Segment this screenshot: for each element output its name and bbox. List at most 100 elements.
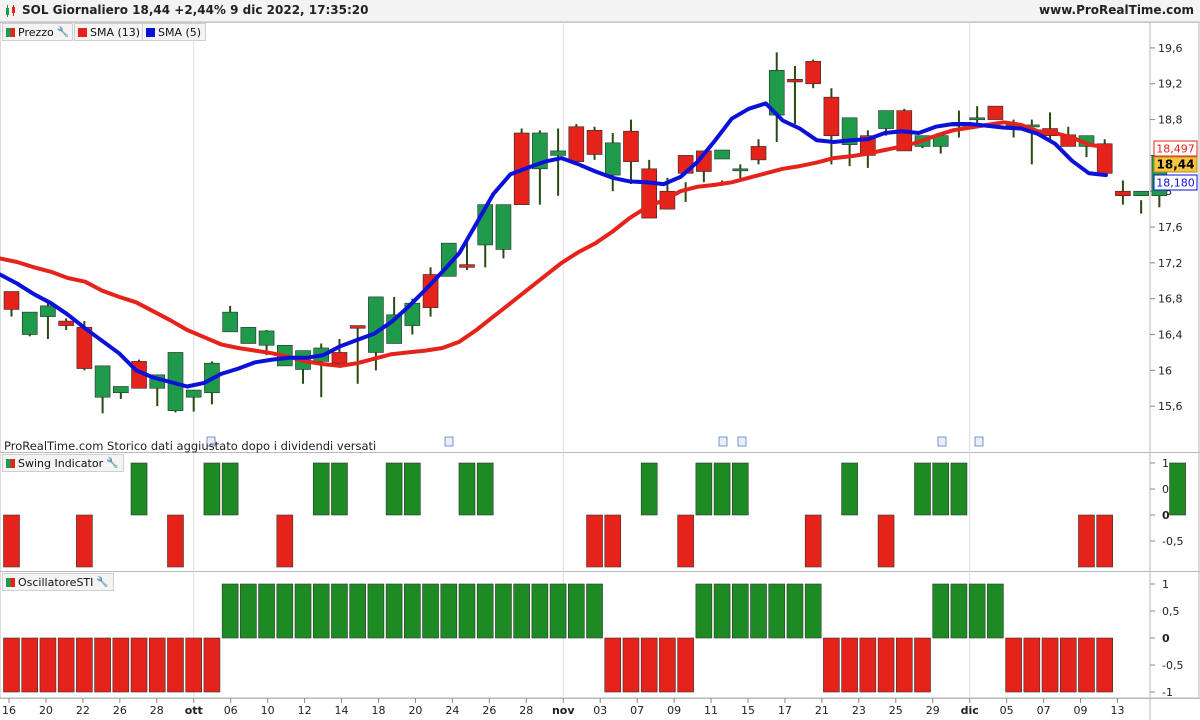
x-tick-label: 09 — [1074, 704, 1088, 717]
candle-body — [714, 149, 730, 160]
price-value-badge: 18,44 — [1157, 158, 1195, 172]
sti-bar — [531, 583, 549, 639]
dividend-marker-icon — [718, 436, 728, 447]
swing-bar — [877, 514, 895, 568]
y-tick-label: 0 — [1162, 632, 1170, 645]
candle-body — [58, 320, 74, 326]
sti-bar — [1023, 637, 1041, 693]
x-tick-label: 28 — [519, 704, 533, 717]
legend-sma13[interactable]: SMA (13) — [74, 23, 146, 41]
candle-body — [623, 130, 639, 162]
y-tick-label: 16,4 — [1158, 329, 1183, 342]
wrench-icon[interactable]: 🔧 — [96, 577, 108, 588]
sti-bar — [1059, 637, 1077, 693]
sti-bar — [21, 637, 39, 693]
sti-bar — [203, 637, 221, 693]
swing-bar — [677, 514, 694, 568]
y-tick-label: -0,5 — [1162, 659, 1183, 672]
color-swatch-icon — [146, 27, 155, 37]
sti-bar — [695, 583, 713, 639]
swing-bar — [713, 462, 731, 516]
y-tick-label: 18,8 — [1158, 114, 1183, 127]
x-tick-label: 10 — [261, 704, 275, 717]
x-tick-label: ott — [185, 704, 203, 717]
swing-bar — [331, 462, 348, 516]
swing-bar — [130, 462, 148, 516]
legend-label: Prezzo — [18, 25, 54, 39]
y-tick-label: 19,2 — [1158, 78, 1183, 91]
sti-bar — [458, 583, 476, 639]
dividend-note: ProRealTime.com Storico dati aggiustato … — [4, 439, 377, 453]
candle-body — [878, 110, 894, 129]
candle-body — [550, 150, 566, 156]
sti-bar — [914, 637, 931, 693]
sti-bar — [987, 583, 1004, 639]
legend-swing-indicator[interactable]: Swing Indicator 🔧 — [2, 454, 124, 472]
legend-label: SMA (5) — [158, 25, 202, 39]
sti-bar — [3, 637, 20, 693]
sti-bar — [713, 583, 731, 639]
swing-bar — [604, 514, 622, 568]
swing-bar — [932, 462, 950, 516]
x-tick-label: 29 — [926, 704, 940, 717]
x-tick-label: 17 — [778, 704, 792, 717]
sti-bar — [568, 583, 585, 639]
sti-bar — [130, 637, 148, 693]
swing-bar — [1096, 514, 1113, 568]
sti-bar — [422, 583, 439, 639]
sti-bar — [586, 583, 603, 639]
candle-body — [805, 61, 821, 85]
sti-bar — [367, 583, 385, 639]
legend-sma5[interactable]: SMA (5) — [142, 23, 207, 41]
swing-bar — [476, 462, 494, 516]
sma5-value-badge: 18,180 — [1156, 177, 1195, 190]
candle-body — [732, 168, 749, 172]
x-tick-label: 23 — [852, 704, 866, 717]
legend-label: Swing Indicator — [18, 456, 104, 470]
sti-bar — [294, 583, 312, 639]
swing-bar — [950, 462, 968, 516]
sti-bar — [94, 637, 111, 693]
sti-bar — [768, 583, 786, 639]
candle-body — [349, 325, 366, 329]
legend-oscillatore-sti[interactable]: OscillatoreSTI 🔧 — [2, 573, 114, 591]
sti-bar — [859, 637, 877, 693]
wrench-icon[interactable]: 🔧 — [57, 27, 69, 38]
x-tick-label: 25 — [889, 704, 903, 717]
candle-body — [459, 264, 475, 268]
x-tick-label: 05 — [1000, 704, 1014, 717]
x-tick-label: 12 — [298, 704, 312, 717]
legend-label: OscillatoreSTI — [18, 575, 94, 589]
candle-body — [331, 352, 348, 364]
dividend-marker-icon — [737, 436, 747, 447]
y-tick-label: 0,5 — [1162, 605, 1180, 618]
sti-bar — [932, 583, 950, 639]
sti-bar — [39, 637, 57, 693]
candle-body — [787, 78, 803, 83]
sti-bar — [385, 583, 403, 639]
sti-bar — [495, 583, 512, 639]
candle-body — [568, 126, 585, 162]
candle-body — [222, 311, 238, 333]
candle-body — [258, 330, 275, 346]
indicator-swatch-icon — [6, 577, 15, 587]
y-tick-label: 16 — [1158, 364, 1172, 377]
candle-body — [368, 296, 384, 353]
swing-bar — [458, 462, 476, 516]
y-tick-label: 1 — [1162, 457, 1169, 470]
wrench-icon[interactable]: 🔧 — [106, 458, 118, 469]
candle-body — [185, 389, 202, 398]
swing-bar — [1169, 462, 1186, 516]
sti-bar — [1005, 637, 1022, 693]
candle-body — [1115, 190, 1131, 196]
sti-bar — [604, 637, 622, 693]
sti-bar — [823, 637, 840, 693]
legend-prezzo[interactable]: Prezzo 🔧 — [2, 23, 74, 41]
sti-bar — [786, 583, 804, 639]
swing-bar — [276, 514, 294, 568]
swing-bar — [586, 514, 603, 568]
x-tick-label: 09 — [667, 704, 681, 717]
indicator-swatch-icon — [6, 458, 15, 468]
swing-bar — [312, 462, 330, 516]
y-tick-label: 16,8 — [1158, 293, 1183, 306]
